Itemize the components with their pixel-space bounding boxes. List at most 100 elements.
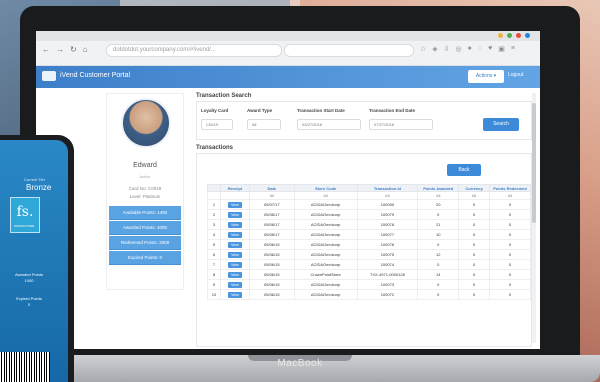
table-cell: 10 xyxy=(207,289,221,300)
table-row[interactable]: 2 View 05/06/17 ACIDAOmnicorp 100079 0 0 0 xyxy=(207,209,531,220)
extension-icon[interactable]: ◈ xyxy=(432,45,437,53)
view-button[interactable]: View xyxy=(227,271,242,278)
col-points-redeemed[interactable]: Points Redeemed xyxy=(489,184,531,192)
table-cell: ACIDAOmnicorp xyxy=(293,199,358,210)
filter-awarded[interactable]: All xyxy=(417,191,460,200)
col-store-code[interactable]: Store Code xyxy=(293,184,358,192)
expired-points[interactable]: Expired Points: 0 xyxy=(109,251,181,265)
view-receipt-button[interactable]: View xyxy=(219,239,250,250)
col-receipt[interactable]: Receipt xyxy=(219,184,250,192)
logout-link[interactable]: Logout xyxy=(508,72,523,78)
table-row[interactable]: 10 View 05/06/15 ACIDAOmnicorp 100072 0 0 0 xyxy=(207,289,531,300)
view-receipt-button[interactable]: View xyxy=(219,219,250,230)
table-cell: 1 xyxy=(207,199,221,210)
pocket-icon[interactable]: ▣ xyxy=(498,45,505,53)
loyalty-card-label: Loyalty Card xyxy=(201,108,229,113)
home-icon[interactable]: ⌂ xyxy=(83,45,88,54)
back-arrow-icon[interactable]: ← xyxy=(42,45,50,54)
table-cell: 0 xyxy=(489,279,531,290)
dot-green[interactable] xyxy=(507,33,512,38)
filter-redeemed[interactable]: All xyxy=(489,191,531,200)
sync-icon[interactable]: ◎ xyxy=(456,45,462,53)
view-button[interactable]: View xyxy=(227,261,242,268)
view-button[interactable]: View xyxy=(227,211,242,218)
view-receipt-button[interactable]: View xyxy=(219,249,250,260)
filter-store[interactable]: All xyxy=(293,191,358,200)
menu-icon[interactable]: ≡ xyxy=(511,45,515,53)
table-row[interactable]: 8 View 05/06/15 CrownPointStore TXX-4971-000… xyxy=(207,269,531,280)
award-type-select[interactable]: All xyxy=(247,119,281,130)
table-cell: 0 xyxy=(417,239,460,250)
browser-nav: ← → ↻ ⌂ xyxy=(42,45,88,54)
actions-dropdown[interactable]: Actions ▾ xyxy=(468,70,504,83)
search-bar[interactable] xyxy=(284,44,414,57)
app-header: iVend Customer Portal Actions ▾ Logout xyxy=(36,66,540,88)
search-button[interactable]: Search xyxy=(483,118,519,131)
col-transaction-id[interactable]: Transaction Id xyxy=(356,184,419,192)
filter-transaction[interactable]: All xyxy=(356,191,419,200)
app-title: iVend Customer Portal xyxy=(60,72,131,79)
view-button[interactable]: View xyxy=(227,201,242,208)
table-cell: 05/06/15 xyxy=(248,289,295,300)
filter-currency[interactable]: All xyxy=(458,191,491,200)
scrollbar-thumb[interactable] xyxy=(532,103,536,223)
filter-cell xyxy=(207,191,221,200)
bookmark-icon[interactable]: ☆ xyxy=(420,45,426,53)
view-receipt-button[interactable]: View xyxy=(219,209,250,220)
table-row[interactable]: 5 View 05/06/15 ACIDAOmnicorp 100076 0 0 0 xyxy=(207,239,531,250)
view-button[interactable]: View xyxy=(227,251,242,258)
table-cell: 14 xyxy=(417,269,460,280)
view-button[interactable]: View xyxy=(227,281,242,288)
view-receipt-button[interactable]: View xyxy=(219,229,250,240)
view-button[interactable]: View xyxy=(227,241,242,248)
scrollbar[interactable] xyxy=(532,93,536,343)
table-cell: 100076 xyxy=(356,239,419,250)
awarded-points[interactable]: Awarded Points: 4000 xyxy=(109,221,181,235)
transactions-box: Back Receipt Date Store Code Transaction… xyxy=(196,153,532,347)
table-row[interactable]: 3 View 05/06/17 ACIDAOmnicorp 100078 21 0 0 xyxy=(207,219,531,230)
redeemed-points[interactable]: Redeemed Points: 2508 xyxy=(109,236,181,250)
filter-date[interactable]: All xyxy=(248,191,295,200)
view-receipt-button[interactable]: View xyxy=(219,259,250,270)
view-receipt-button[interactable]: View xyxy=(219,279,250,290)
col-date[interactable]: Date xyxy=(248,184,295,192)
table-row[interactable]: 7 View 05/06/15 ACIDAOmnicorp 100074 0 0 0 xyxy=(207,259,531,270)
share-icon[interactable]: ◌ xyxy=(478,45,482,53)
view-button[interactable]: View xyxy=(227,231,242,238)
heart-icon[interactable]: ♥ xyxy=(488,45,492,53)
lock-icon[interactable]: ● xyxy=(468,45,472,53)
table-row[interactable]: 4 View 05/06/17 ACIDAOmnicorp 100077 10 0 0 xyxy=(207,229,531,240)
tier-label: Current Tier xyxy=(24,177,46,182)
download-icon[interactable]: ⇩ xyxy=(444,45,450,53)
table-cell: 100077 xyxy=(356,229,419,240)
view-receipt-button[interactable]: View xyxy=(219,199,250,210)
table-row[interactable]: 6 View 05/06/15 ACIDAOmnicorp 100075 12 0 0 xyxy=(207,249,531,260)
back-button[interactable]: Back xyxy=(447,164,481,176)
app-logo-icon xyxy=(42,71,56,81)
table-cell: 0 xyxy=(417,279,460,290)
view-button[interactable]: View xyxy=(227,221,242,228)
view-receipt-button[interactable]: View xyxy=(219,289,250,300)
reload-icon[interactable]: ↻ xyxy=(70,45,77,54)
transactions-table: Receipt Date Store Code Transaction Id P… xyxy=(207,184,531,300)
view-button[interactable]: View xyxy=(227,291,242,298)
end-date-input[interactable]: 07/27/2018 xyxy=(369,119,433,130)
col-currency[interactable]: Currency xyxy=(458,184,491,192)
table-cell: 100090 xyxy=(356,199,419,210)
dot-blue[interactable] xyxy=(525,33,530,38)
table-row[interactable]: 1 View 05/07/17 ACIDAOmnicorp 100090 20 0 0 xyxy=(207,199,531,210)
start-date-input[interactable]: 03/27/2018 xyxy=(297,119,361,130)
forward-arrow-icon[interactable]: → xyxy=(56,45,64,54)
dot-red[interactable] xyxy=(516,33,521,38)
address-bar[interactable]: dotdotdot.yourcompany.com/#!ivend/... xyxy=(106,44,282,57)
table-cell: 6 xyxy=(207,249,221,260)
dot-yellow[interactable] xyxy=(498,33,503,38)
table-cell: 0 xyxy=(458,269,491,280)
table-cell: 05/06/17 xyxy=(248,219,295,230)
view-receipt-button[interactable]: View xyxy=(219,269,250,280)
table-row[interactable]: 9 View 05/06/15 ACIDAOmnicorp 100073 0 0 0 xyxy=(207,279,531,290)
col-points-awarded[interactable]: Points Awarded xyxy=(417,184,460,192)
loyalty-card-select[interactable]: C0019 xyxy=(201,119,233,130)
table-cell: ACIDAOmnicorp xyxy=(293,239,358,250)
available-points[interactable]: Available Points: 1492 xyxy=(109,206,181,220)
